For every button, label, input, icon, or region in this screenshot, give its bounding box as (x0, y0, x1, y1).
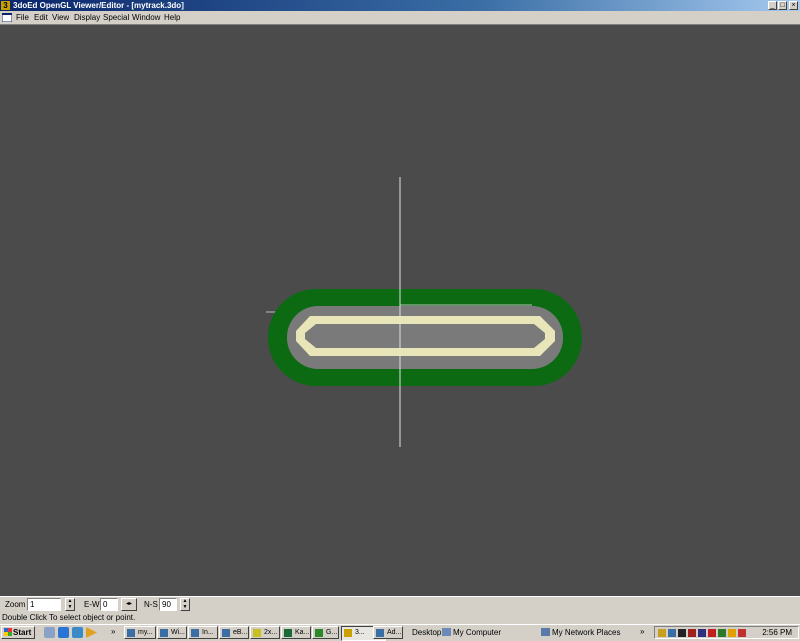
windows-logo-icon (4, 628, 12, 636)
menu-edit[interactable]: Edit (34, 11, 48, 24)
spin-down-icon[interactable]: ▼ (181, 605, 189, 611)
window-icon (315, 629, 323, 637)
ns-label: N-S (144, 600, 158, 609)
maximize-button[interactable]: □ (778, 1, 787, 10)
app-icon[interactable]: 3 (1, 1, 10, 10)
task-button[interactable]: Wi... (157, 626, 187, 639)
task-label: my... (138, 629, 153, 636)
track-scene[interactable] (0, 25, 800, 597)
start-label: Start (13, 628, 32, 637)
tray-icon[interactable] (708, 629, 716, 637)
status-text: Double Click To select object or point. (2, 613, 136, 622)
task-button[interactable]: my... (124, 626, 156, 639)
window-icon (376, 629, 384, 637)
taskbar: Start » my... Wi... In... eB... 2x... Ka… (0, 624, 800, 641)
task-button[interactable]: In... (188, 626, 218, 639)
menu-special[interactable]: Special (103, 11, 129, 24)
tray-icon[interactable] (698, 629, 706, 637)
task-button[interactable]: 2x... (250, 626, 280, 639)
more-icon[interactable]: » (640, 626, 644, 637)
window-icon (284, 629, 292, 637)
window-title: 3doEd OpenGL Viewer/Editor - [mytrack.3d… (13, 1, 184, 10)
tray-icon[interactable] (718, 629, 726, 637)
media-player-icon[interactable] (86, 627, 97, 638)
menu-display[interactable]: Display (74, 11, 100, 24)
network-places-label: My Network Places (552, 628, 621, 637)
menu-window[interactable]: Window (132, 11, 160, 24)
task-button[interactable]: eB... (219, 626, 249, 639)
task-label: eB... (233, 629, 248, 636)
spin-down-icon[interactable]: ▼ (66, 605, 74, 611)
status-bar: Double Click To select object or point. (0, 612, 800, 624)
ns-spinner[interactable]: ▲ ▼ (180, 598, 190, 611)
menu-view[interactable]: View (52, 11, 69, 24)
tray-icon[interactable] (678, 629, 686, 637)
more-icon[interactable]: » (111, 626, 115, 637)
window-icon (191, 629, 199, 637)
task-label: Wi... (171, 629, 185, 636)
menu-help[interactable]: Help (164, 11, 180, 24)
zoom-input[interactable]: 1 (27, 598, 61, 611)
task-label: 3... (355, 629, 365, 636)
computer-icon (442, 628, 451, 636)
ew-label: E-W (84, 600, 100, 609)
task-label: Ka... (295, 629, 310, 636)
zoom-spinner[interactable]: ▲ ▼ (65, 598, 75, 611)
folder-icon (127, 629, 135, 637)
app-icon (344, 629, 352, 637)
task-label: In... (202, 629, 214, 636)
clock[interactable]: 2:56 PM (762, 627, 792, 638)
tray-icon[interactable] (658, 629, 666, 637)
ew-input[interactable]: 0 (100, 598, 118, 611)
task-label: 2x... (264, 629, 278, 636)
track-inner-road (305, 324, 545, 348)
my-computer-label: My Computer (453, 628, 502, 637)
menu-bar: File Edit View Display Special Window He… (0, 11, 800, 24)
window-icon (160, 629, 168, 637)
desktop-toolbar[interactable]: Desktop (412, 627, 441, 638)
system-tray: 2:56 PM (654, 626, 799, 639)
network-places-link[interactable]: My Network Places (541, 627, 620, 638)
task-button[interactable]: G... (312, 626, 339, 639)
ns-input[interactable]: 90 (159, 598, 177, 611)
task-button[interactable]: Ka... (281, 626, 311, 639)
view-toolbar: Zoom 1 ▲ ▼ E-W 0 ◂▸ N-S 90 ▲ ▼ (0, 596, 800, 612)
show-desktop-icon[interactable] (44, 627, 55, 638)
internet-explorer-icon[interactable] (58, 627, 69, 638)
document-icon[interactable] (2, 13, 12, 22)
tray-icon[interactable] (668, 629, 676, 637)
task-label: Ad... (387, 629, 402, 636)
outlook-icon[interactable] (72, 627, 83, 638)
start-button[interactable]: Start (1, 626, 35, 639)
title-bar[interactable]: 3 3doEd OpenGL Viewer/Editor - [mytrack.… (0, 0, 800, 11)
network-icon (541, 628, 550, 636)
minimize-button[interactable]: _ (768, 1, 777, 10)
ew-spinner[interactable]: ◂▸ (121, 598, 137, 611)
task-button[interactable]: Ad... (373, 626, 403, 639)
my-computer-link[interactable]: My Computer (442, 627, 501, 638)
task-label: G... (326, 629, 338, 636)
tray-icon[interactable] (688, 629, 696, 637)
tray-icon[interactable] (728, 629, 736, 637)
window-icon (222, 629, 230, 637)
zoom-label: Zoom (5, 600, 26, 609)
opengl-viewport[interactable] (0, 24, 800, 596)
window-icon (253, 629, 261, 637)
close-button[interactable]: × (789, 1, 798, 10)
tray-icon[interactable] (738, 629, 746, 637)
menu-file[interactable]: File (16, 11, 29, 24)
